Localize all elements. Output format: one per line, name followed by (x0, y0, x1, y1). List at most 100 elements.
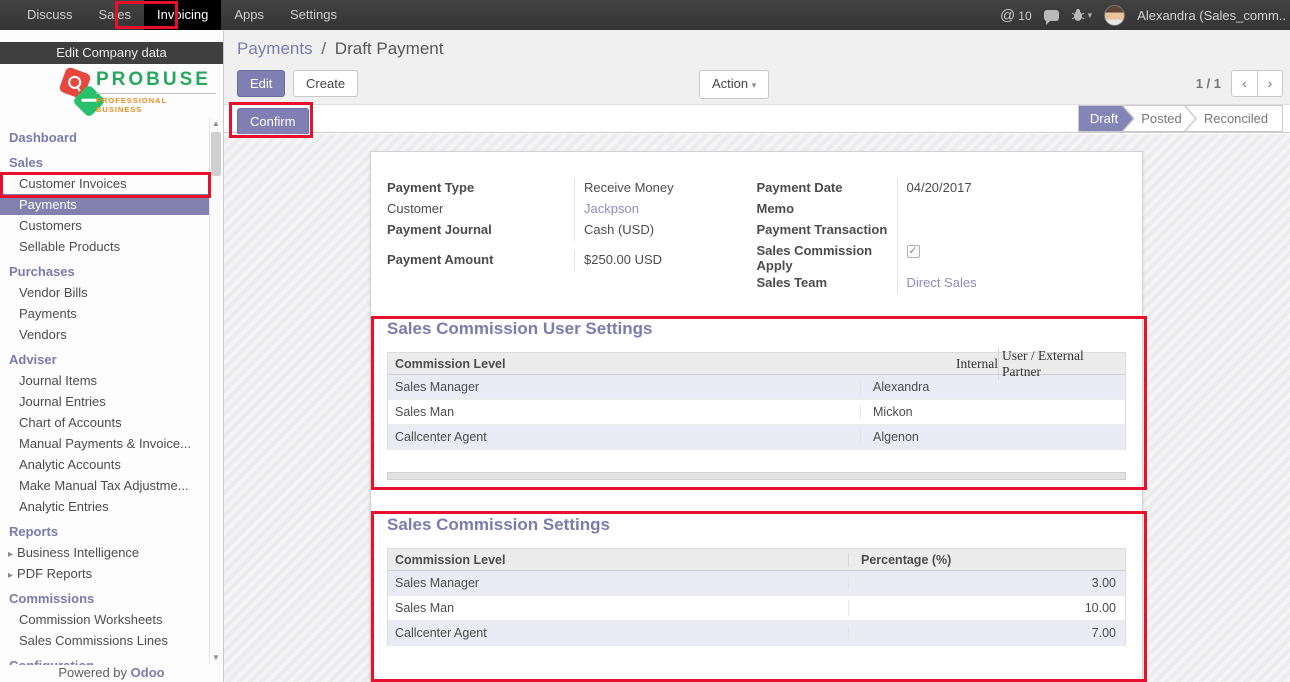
create-button[interactable]: Create (293, 70, 358, 97)
debug-menu[interactable]: ▾ (1071, 8, 1093, 22)
caret-down-icon: ▾ (1088, 10, 1093, 21)
sidebar-item-business-intelligence[interactable]: ▸Business Intelligence (0, 542, 223, 563)
caret-down-icon: ▾ (752, 80, 757, 90)
status-bar: Confirm Draft Posted Reconciled (224, 105, 1290, 133)
scrollbar-thumb[interactable] (211, 132, 221, 176)
user-settings-table: Commission Level Internal User / Externa… (387, 352, 1126, 450)
field-customer: Customer Jackpson (387, 199, 757, 220)
sidebar-item-manual-payments[interactable]: Manual Payments & Invoice... (0, 433, 223, 454)
table-row[interactable]: Sales Man 10.00 (388, 596, 1125, 621)
scroll-down-icon[interactable]: ▼ (210, 652, 222, 664)
sidebar-heading-adviser: Adviser (0, 349, 223, 370)
sidebar-heading-reports: Reports (0, 521, 223, 542)
breadcrumb-current: Draft Payment (335, 39, 444, 58)
sidebar-item-customers[interactable]: Customers (0, 215, 223, 236)
sidebar-nav: Dashboard Sales Customer Invoices Paymen… (0, 127, 223, 676)
sidebar-heading-sales: Sales (0, 152, 223, 173)
menu-invoicing[interactable]: Invoicing (144, 0, 221, 30)
sidebar-item-vendor-payments[interactable]: Payments (0, 303, 223, 324)
work-area: Payment Type Receive Money Customer Jack… (224, 134, 1290, 682)
field-payment-journal: Payment Journal Cash (USD) (387, 220, 757, 241)
brand-name: PROBUSE (96, 69, 216, 91)
main-area: Payments / Draft Payment Edit Create Act… (224, 30, 1290, 682)
sidebar-item-pdf-reports[interactable]: ▸PDF Reports (0, 563, 223, 584)
menu-discuss[interactable]: Discuss (14, 0, 86, 30)
sidebar-item-sellable-products[interactable]: Sellable Products (0, 236, 223, 257)
pager-counter: 1 / 1 (1196, 76, 1221, 91)
edit-button[interactable]: Edit (237, 70, 285, 97)
field-payment-transaction: Payment Transaction (757, 220, 1127, 241)
table-row[interactable]: Callcenter Agent 7.00 (388, 621, 1125, 646)
mentions-counter[interactable]: @10 (1000, 7, 1032, 24)
sidebar-item-manual-tax-adjustments[interactable]: Make Manual Tax Adjustme... (0, 475, 223, 496)
table-header[interactable]: Commission Level Percentage (%) (388, 549, 1125, 571)
user-menu[interactable]: Alexandra (Sales_comm.. (1137, 8, 1286, 23)
statusbar-steps: Draft Posted Reconciled (1078, 105, 1283, 132)
odoo-brand: Odoo (131, 665, 165, 680)
avatar[interactable] (1104, 5, 1125, 26)
table-row[interactable]: Callcenter Agent Algenon (388, 425, 1125, 450)
table-scroll-strip (387, 472, 1126, 480)
sidebar-heading-dashboard[interactable]: Dashboard (0, 127, 223, 148)
sidebar-item-customer-invoices[interactable]: Customer Invoices (0, 173, 223, 194)
scroll-up-icon[interactable]: ▲ (210, 118, 222, 130)
sidebar-scrollbar[interactable]: ▲ ▼ (209, 118, 222, 664)
breadcrumb: Payments / Draft Payment (237, 39, 443, 59)
sidebar-item-vendor-bills[interactable]: Vendor Bills (0, 282, 223, 303)
field-payment-amount: Payment Amount $250.00 USD (387, 250, 757, 271)
edit-company-button[interactable]: Edit Company data (0, 42, 223, 64)
sidebar-heading-purchases: Purchases (0, 261, 223, 282)
table-row[interactable]: Sales Manager 3.00 (388, 571, 1125, 596)
table-row[interactable]: Sales Man Mickon (388, 400, 1125, 425)
powered-by[interactable]: Powered by Odoo (0, 665, 223, 680)
sidebar-item-sales-commissions-lines[interactable]: Sales Commissions Lines (0, 630, 223, 651)
action-dropdown[interactable]: Action ▾ (699, 70, 769, 99)
bug-icon (1071, 8, 1085, 22)
chat-bubble-icon[interactable] (1044, 10, 1059, 21)
user-settings-title: Sales Commission User Settings (387, 319, 1126, 339)
menu-apps[interactable]: Apps (221, 0, 277, 30)
field-payment-type: Payment Type Receive Money (387, 178, 757, 199)
user-settings-section: Sales Commission User Settings Commissio… (387, 319, 1126, 480)
sidebar-item-analytic-accounts[interactable]: Analytic Accounts (0, 454, 223, 475)
commission-settings-table: Commission Level Percentage (%) Sales Ma… (387, 548, 1126, 646)
sales-commission-apply-checkbox[interactable]: ✓ (907, 245, 920, 258)
brand-tagline: PROFESSIONAL BUSINESS (96, 96, 216, 114)
sidebar-heading-commissions: Commissions (0, 588, 223, 609)
confirm-button[interactable]: Confirm (237, 108, 309, 135)
field-sales-team: Sales Team Direct Sales (757, 273, 1127, 294)
field-sales-commission-apply: Sales Commission Apply ✓ (757, 241, 1127, 273)
payment-form: Payment Type Receive Money Customer Jack… (387, 178, 1126, 294)
sidebar-item-journal-items[interactable]: Journal Items (0, 370, 223, 391)
commission-settings-section: Sales Commission Settings Commission Lev… (387, 515, 1126, 646)
sidebar-item-vendors[interactable]: Vendors (0, 324, 223, 345)
state-reconciled[interactable]: Reconciled (1185, 105, 1283, 132)
mention-count: 10 (1018, 9, 1031, 23)
sidebar-item-journal-entries[interactable]: Journal Entries (0, 391, 223, 412)
breadcrumb-payments-link[interactable]: Payments (237, 39, 313, 58)
company-logo[interactable]: PROBUSE PROFESSIONAL BUSINESS (0, 67, 223, 121)
menu-sales[interactable]: Sales (86, 0, 145, 30)
sales-team-link[interactable]: Direct Sales (907, 275, 977, 290)
sidebar-item-commission-worksheets[interactable]: Commission Worksheets (0, 609, 223, 630)
table-header[interactable]: Commission Level Internal User / Externa… (388, 353, 1125, 375)
pager-previous-button[interactable]: ‹ (1231, 70, 1257, 97)
menu-settings[interactable]: Settings (277, 0, 350, 30)
control-panel: Payments / Draft Payment Edit Create Act… (224, 30, 1290, 105)
expand-arrow-icon: ▸ (8, 549, 13, 560)
main-menu: Discuss Sales Invoicing Apps Settings (14, 0, 350, 30)
field-memo: Memo (757, 199, 1127, 220)
form-sheet: Payment Type Receive Money Customer Jack… (370, 151, 1143, 682)
sidebar-item-chart-of-accounts[interactable]: Chart of Accounts (0, 412, 223, 433)
top-bar: Discuss Sales Invoicing Apps Settings @1… (0, 0, 1290, 30)
expand-arrow-icon: ▸ (8, 570, 13, 581)
sidebar-item-payments[interactable]: Payments (0, 194, 210, 215)
field-payment-date: Payment Date 04/20/2017 (757, 178, 1127, 199)
sidebar-item-analytic-entries[interactable]: Analytic Entries (0, 496, 223, 517)
commission-settings-title: Sales Commission Settings (387, 515, 1126, 535)
pager: 1 / 1 ‹ › (1196, 70, 1283, 97)
at-icon: @ (1000, 7, 1015, 24)
customer-link[interactable]: Jackpson (584, 201, 639, 216)
pager-next-button[interactable]: › (1257, 70, 1283, 97)
sidebar: Edit Company data PROBUSE PROFESSIONAL B… (0, 30, 224, 682)
